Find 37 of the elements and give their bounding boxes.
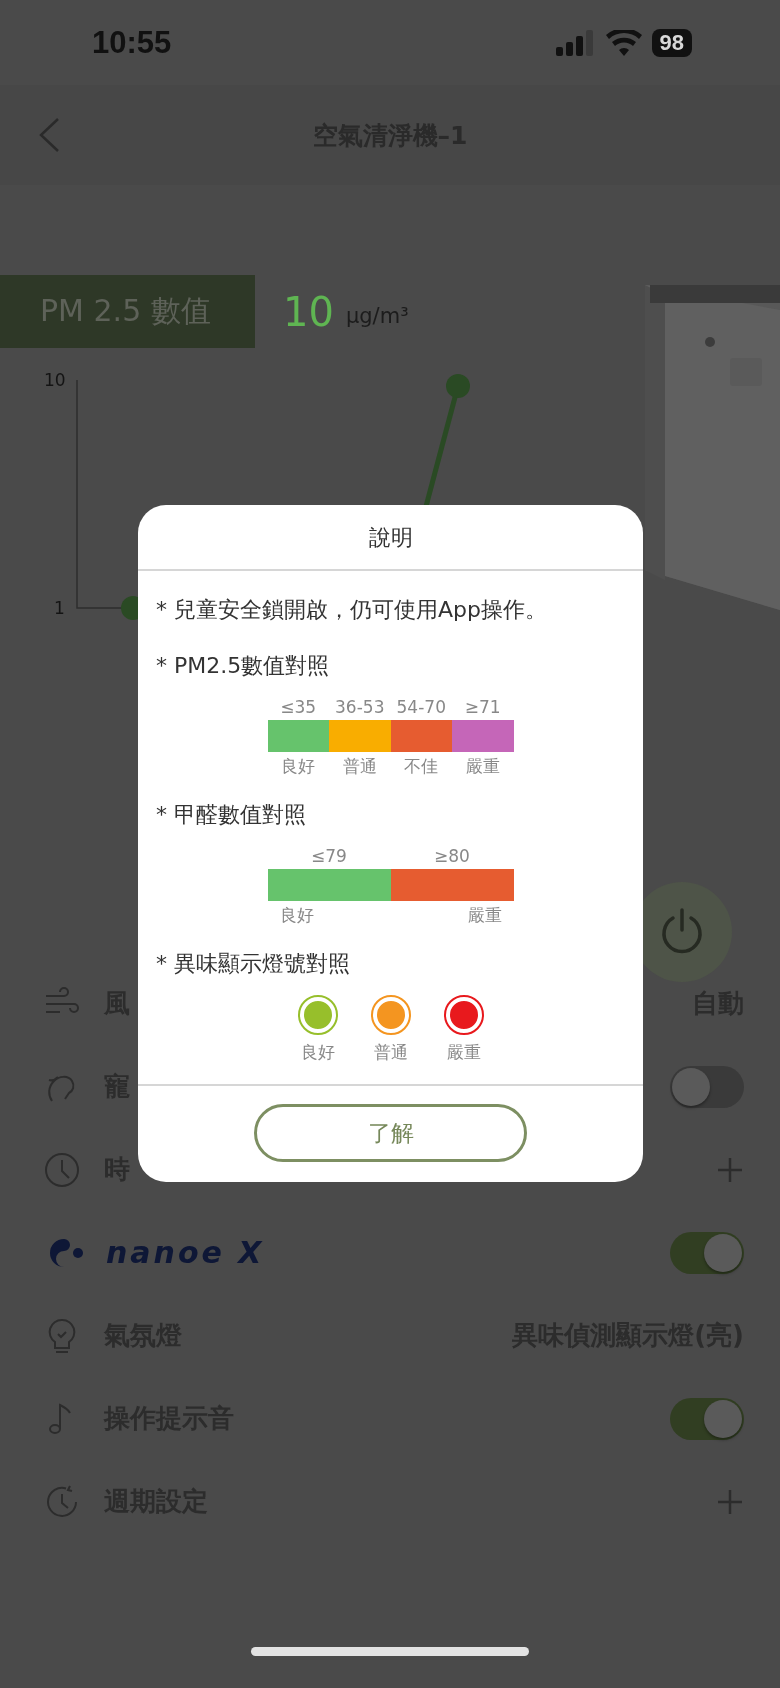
clock-time: 10:55	[92, 24, 172, 61]
back-icon[interactable]	[38, 117, 60, 153]
range-label: ≤35	[280, 697, 317, 717]
indicator-lamp	[443, 995, 484, 1035]
indicator-lamp	[370, 995, 411, 1035]
add-icon[interactable]	[716, 1487, 744, 1516]
level-label: 良好	[300, 1041, 335, 1064]
level-label: 良好	[279, 904, 314, 927]
toggle-switch[interactable]	[670, 1065, 744, 1108]
dialog-title: 說明	[368, 525, 413, 550]
note-text: * 兒童安全鎖開啟，仍可使用App操作。	[156, 596, 548, 624]
confirm-button[interactable]: 了解	[254, 1104, 527, 1162]
level-label: 普通	[373, 1041, 408, 1064]
level-label: 嚴重	[465, 755, 500, 778]
pm-value: 10	[283, 288, 334, 335]
battery-level: 98	[651, 28, 692, 57]
section-heading: * 異味顯示燈號對照	[156, 950, 351, 978]
range-label: ≥71	[464, 697, 501, 717]
range-label: ≥80	[434, 846, 470, 866]
toggle-switch[interactable]	[670, 1231, 744, 1274]
signal-icon	[555, 29, 596, 56]
section-heading: * PM2.5數值對照	[156, 652, 331, 680]
add-icon[interactable]	[716, 1155, 744, 1184]
level-label: 嚴重	[467, 904, 502, 927]
level-label: 嚴重	[446, 1041, 481, 1064]
brand-logo: nanoe X	[106, 1235, 265, 1270]
toggle-switch[interactable]	[670, 1397, 744, 1440]
power-icon	[659, 908, 705, 956]
wifi-icon	[605, 29, 642, 56]
range-label: 36-53	[335, 697, 385, 717]
level-label: 不佳	[404, 755, 439, 778]
section-heading: * 甲醛數值對照	[156, 801, 307, 829]
level-label: 良好	[281, 755, 316, 778]
range-label: 54-70	[396, 697, 446, 717]
indicator-lamp	[297, 995, 338, 1035]
range-label: ≤79	[311, 846, 347, 866]
level-label: 普通	[342, 755, 377, 778]
